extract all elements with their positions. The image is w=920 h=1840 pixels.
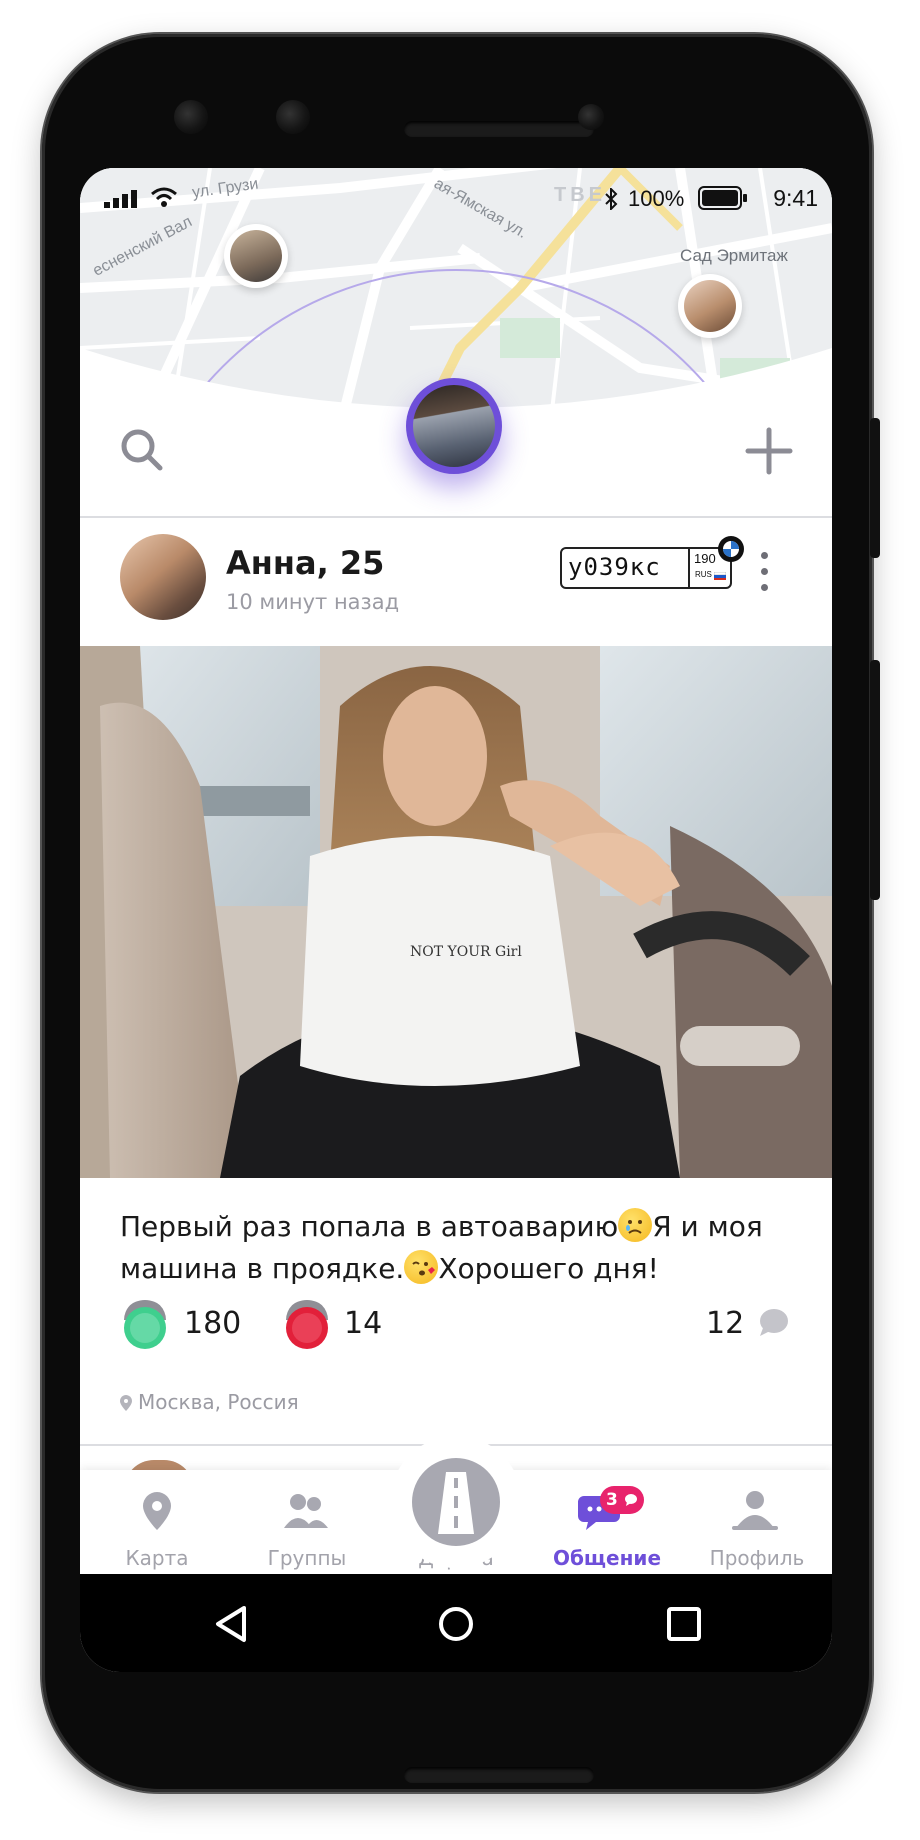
bluetooth-icon xyxy=(605,188,618,210)
clock: 9:41 xyxy=(773,185,818,211)
chat-unread-count: 3 xyxy=(606,1490,618,1510)
location-text: Москва, Россия xyxy=(138,1390,299,1414)
map-pin-icon xyxy=(143,1492,171,1530)
road-center-button[interactable] xyxy=(390,1436,522,1568)
tab-profile[interactable]: Профиль xyxy=(692,1470,822,1574)
signal-icon xyxy=(104,190,137,208)
post-location[interactable]: Москва, Россия xyxy=(120,1390,299,1414)
map-user-pin-2[interactable] xyxy=(678,274,742,338)
front-camera-1 xyxy=(174,100,208,134)
profile-icon xyxy=(732,1491,778,1530)
wifi-icon xyxy=(151,187,177,207)
post-photo[interactable]: NOT YOUR Girl xyxy=(80,646,832,1178)
home-icon[interactable] xyxy=(434,1602,478,1646)
plate-number: у039кс xyxy=(568,553,661,581)
plus-icon[interactable] xyxy=(744,426,794,476)
back-icon[interactable] xyxy=(208,1602,252,1646)
comments-count[interactable]: 12 xyxy=(706,1306,744,1341)
license-plate[interactable]: у039кс 190 RUS xyxy=(560,547,732,589)
map-street-label-4: ТВЕ xyxy=(554,184,606,206)
chat-unread-badge: 3 xyxy=(600,1486,644,1514)
app-screen: ул. Грузи есненский Вал ая-Ямская ул. ТВ… xyxy=(80,168,832,1672)
tab-groups-label: Группы xyxy=(267,1546,347,1570)
map-user-photo-1 xyxy=(230,230,282,282)
tab-map-label: Карта xyxy=(125,1546,189,1570)
map-user-photo-2 xyxy=(684,280,736,332)
battery-percent: 100% xyxy=(628,186,685,211)
location-pin-icon xyxy=(120,1395,132,1411)
comment-bubble-icon[interactable] xyxy=(758,1308,788,1336)
kissing-face-emoji-icon xyxy=(404,1250,439,1284)
map-place-label: Сад Эрмитаж xyxy=(680,246,788,265)
my-avatar-photo xyxy=(413,385,495,467)
battery-icon xyxy=(698,186,747,210)
road-button-disc xyxy=(412,1458,500,1546)
post-time: 10 минут назад xyxy=(226,590,400,614)
red-light-reaction[interactable]: 14 xyxy=(282,1300,392,1350)
russian-flag-icon xyxy=(714,572,726,580)
badge-bubble-icon xyxy=(624,1494,637,1506)
caption-text-2: Я и моя xyxy=(652,1210,763,1243)
red-reaction-count: 14 xyxy=(344,1306,383,1341)
group-icon xyxy=(284,1494,328,1528)
red-traffic-light-icon xyxy=(286,1300,328,1349)
author-name[interactable]: Анна, 25 xyxy=(226,544,384,582)
android-navigation-bar xyxy=(80,1574,832,1672)
plate-country: RUS xyxy=(695,570,712,579)
green-traffic-light-icon xyxy=(124,1300,166,1349)
front-camera-2 xyxy=(276,100,310,134)
tab-map[interactable]: Карта xyxy=(92,1470,222,1574)
green-reaction-count: 180 xyxy=(184,1306,242,1341)
more-options-icon[interactable] xyxy=(756,552,772,600)
caption-text-4: Хорошего дня! xyxy=(438,1252,659,1285)
status-bar: ул. Грузи есненский Вал ая-Ямская ул. ТВ… xyxy=(80,168,832,280)
green-light-reaction[interactable]: 180 xyxy=(120,1300,250,1350)
earpiece-speaker xyxy=(404,121,594,137)
caption-text-1: Первый раз попала в автоаварию xyxy=(120,1210,619,1243)
header-divider xyxy=(80,516,832,518)
author-avatar[interactable] xyxy=(120,534,206,620)
proximity-sensor xyxy=(578,104,604,130)
map-user-pin-1[interactable] xyxy=(224,224,288,288)
bottom-speaker xyxy=(404,1767,594,1783)
road-icon xyxy=(438,1472,474,1534)
tab-groups[interactable]: Группы xyxy=(242,1470,372,1574)
recents-icon[interactable] xyxy=(662,1602,706,1646)
tshirt-print: NOT YOUR Girl xyxy=(410,944,522,960)
tab-chat[interactable]: Общение xyxy=(542,1470,672,1574)
post-caption: Первый раз попала в автоаварию Я и моя ма… xyxy=(120,1206,780,1290)
tab-chat-label: Общение xyxy=(552,1546,662,1570)
tab-profile-label: Профиль xyxy=(709,1546,805,1570)
caption-text-3: машина в проядке. xyxy=(120,1252,405,1285)
map-street-label-1: ул. Грузи xyxy=(191,175,260,202)
search-icon[interactable] xyxy=(118,426,164,472)
power-button xyxy=(870,418,880,558)
post-photo-image: NOT YOUR Girl xyxy=(80,646,832,1178)
my-avatar[interactable] xyxy=(406,378,502,474)
bmw-logo-icon xyxy=(718,536,744,562)
volume-button xyxy=(870,660,880,900)
crying-face-emoji-icon xyxy=(618,1208,653,1242)
plate-region-code: 190 xyxy=(694,551,716,566)
